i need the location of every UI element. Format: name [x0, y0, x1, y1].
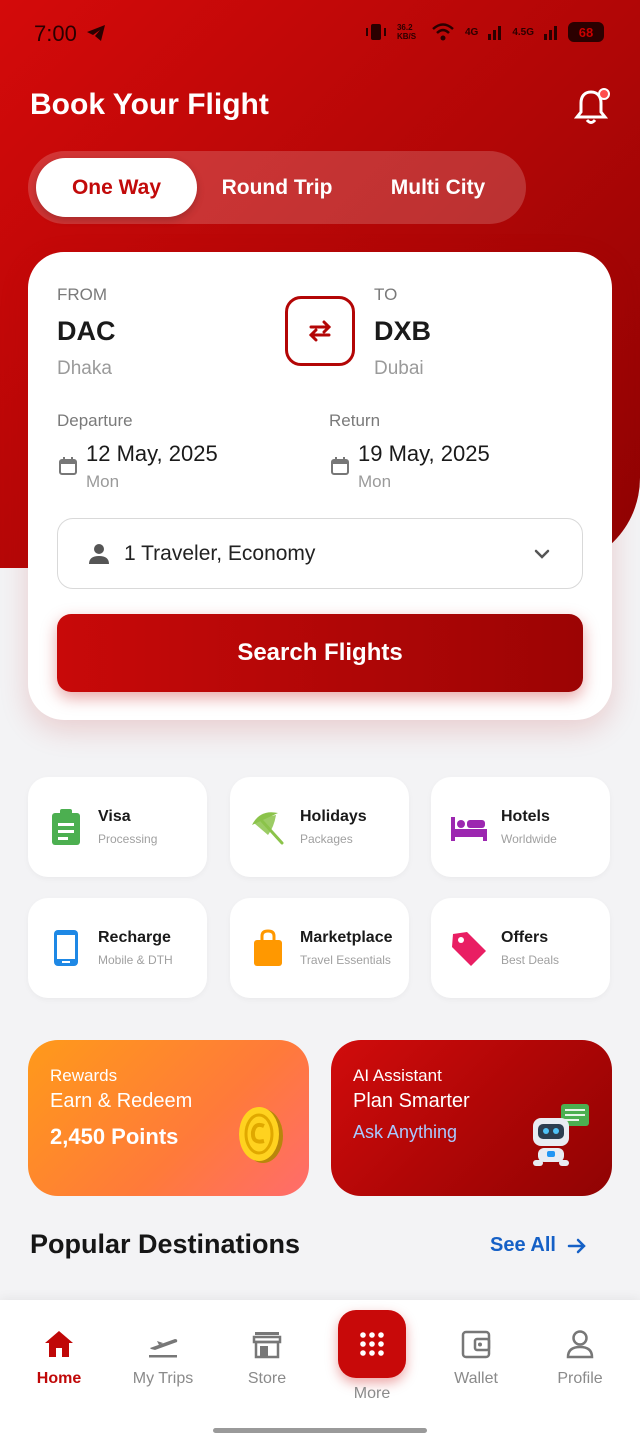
rewards-card[interactable]: Rewards Earn & Redeem 2,450 Points	[28, 1040, 309, 1196]
service-title: Hotels	[501, 808, 550, 825]
coin-icon	[239, 1107, 283, 1163]
service-title: Offers	[501, 929, 549, 946]
to-city: Dubai	[374, 358, 424, 379]
nav-store[interactable]: Store	[222, 1300, 312, 1400]
from-city: Dhaka	[57, 358, 112, 379]
service-hotels[interactable]: Hotels Worldwide	[431, 777, 610, 877]
calendar-icon	[331, 457, 349, 475]
ai-assistant-card[interactable]: AI Assistant Plan Smarter Ask Anything	[331, 1040, 612, 1196]
departure-day: Mon	[86, 472, 120, 491]
tab-round-trip[interactable]: Round Trip	[197, 158, 357, 217]
clipboard-icon	[52, 809, 80, 845]
nav-profile[interactable]: Profile	[535, 1300, 625, 1400]
to-label: TO	[374, 285, 398, 304]
status-icons: 36.2 KB/S 4G 4.5G 68	[365, 22, 604, 42]
user-icon	[566, 1330, 594, 1359]
service-subtitle: Packages	[300, 832, 353, 846]
popular-destinations-title: Popular Destinations	[30, 1229, 301, 1259]
tag-icon	[452, 932, 486, 966]
status-bar: 7:00 36.2 KB/S 4G 4.5G 68	[0, 18, 640, 52]
nav-more-button[interactable]	[338, 1310, 406, 1378]
service-visa[interactable]: Visa Processing	[28, 777, 207, 877]
store-icon	[252, 1332, 282, 1359]
service-subtitle: Travel Essentials	[300, 953, 391, 967]
return-day: Mon	[358, 472, 392, 491]
nav-label: Wallet	[454, 1370, 498, 1387]
service-holidays[interactable]: Holidays Packages	[230, 777, 409, 877]
swap-button[interactable]	[285, 296, 355, 366]
nav-label: Profile	[557, 1370, 603, 1387]
nav-more-label: More	[353, 1385, 391, 1402]
to-code[interactable]: DXB	[374, 316, 431, 347]
return-date[interactable]: 19 May, 2025	[358, 441, 490, 467]
service-subtitle: Best Deals	[501, 953, 560, 967]
wifi-icon	[432, 23, 454, 41]
service-subtitle: Processing	[98, 832, 158, 846]
tab-multi-city[interactable]: Multi City	[357, 158, 519, 217]
see-all-link[interactable]: See All	[490, 1234, 556, 1257]
home-icon	[45, 1331, 73, 1357]
service-offers[interactable]: Offers Best Deals	[431, 898, 610, 998]
signal-1: 4G	[464, 26, 479, 38]
service-marketplace[interactable]: Marketplace Travel Essentials	[230, 898, 409, 998]
status-time: 7:00	[34, 21, 77, 46]
ai-line: Plan Smarter	[353, 1090, 470, 1112]
departure-date[interactable]: 12 May, 2025	[86, 441, 218, 467]
signal-2: 4.5G	[512, 26, 534, 38]
trip-type-tabs: One Way Round Trip Multi City	[28, 151, 526, 224]
net-speed: 36.2 KB/S	[396, 23, 417, 41]
phone-icon	[54, 930, 78, 966]
nav-home[interactable]: Home	[14, 1300, 104, 1400]
return-label: Return	[329, 411, 381, 430]
grid-icon	[360, 1332, 384, 1356]
nav-wallet[interactable]: Wallet	[431, 1300, 521, 1400]
shopping-bag-icon	[254, 929, 282, 966]
plane-icon	[149, 1339, 178, 1358]
bed-icon	[451, 817, 487, 841]
search-flights-button[interactable]: Search Flights	[57, 614, 583, 692]
service-recharge[interactable]: Recharge Mobile & DTH	[28, 898, 207, 998]
person-icon	[89, 544, 109, 564]
notification-button[interactable]	[573, 88, 610, 126]
rewards-points: 2,450 Points	[50, 1124, 179, 1149]
nav-label: Home	[36, 1370, 82, 1387]
departure-label: Departure	[57, 411, 133, 430]
traveler-class-value: 1 Traveler, Economy	[124, 542, 316, 565]
chevron-down-icon	[534, 549, 550, 559]
from-code[interactable]: DAC	[57, 316, 116, 347]
from-label: FROM	[57, 285, 108, 304]
nav-label: Store	[247, 1370, 287, 1387]
rewards-label: Rewards	[50, 1066, 118, 1085]
service-subtitle: Mobile & DTH	[98, 953, 173, 967]
traveler-class-select[interactable]: 1 Traveler, Economy	[57, 518, 583, 589]
ask-anything-link[interactable]: Ask Anything	[353, 1122, 457, 1143]
flight-search-card: FROM DAC Dhaka TO DXB Dubai Departure 12…	[28, 252, 612, 720]
umbrella-icon	[252, 812, 284, 845]
nav-my-trips[interactable]: My Trips	[118, 1300, 208, 1400]
vibrate-icon	[365, 24, 386, 40]
page-title: Book Your Flight	[30, 88, 269, 121]
telegram-icon	[87, 25, 105, 41]
ai-label: AI Assistant	[353, 1066, 442, 1085]
robot-icon	[533, 1104, 589, 1166]
service-subtitle: Worldwide	[501, 832, 557, 846]
swap-icon	[308, 320, 332, 342]
arrow-right-icon[interactable]	[566, 1235, 588, 1257]
calendar-icon	[59, 457, 77, 475]
service-title: Recharge	[98, 929, 171, 946]
notification-dot	[598, 88, 610, 100]
service-title: Visa	[98, 808, 131, 825]
rewards-line: Earn & Redeem	[50, 1090, 193, 1112]
service-title: Marketplace	[300, 929, 393, 946]
home-indicator	[213, 1428, 427, 1433]
nav-label: My Trips	[132, 1370, 194, 1387]
signal-icon-2	[544, 26, 557, 40]
service-title: Holidays	[300, 808, 367, 825]
signal-icon-1	[488, 26, 502, 40]
tab-one-way[interactable]: One Way	[36, 158, 197, 217]
battery-icon: 68	[568, 22, 604, 42]
bottom-navigation: Home My Trips Store More Wallet Profile	[0, 1300, 640, 1444]
wallet-icon	[461, 1330, 491, 1359]
